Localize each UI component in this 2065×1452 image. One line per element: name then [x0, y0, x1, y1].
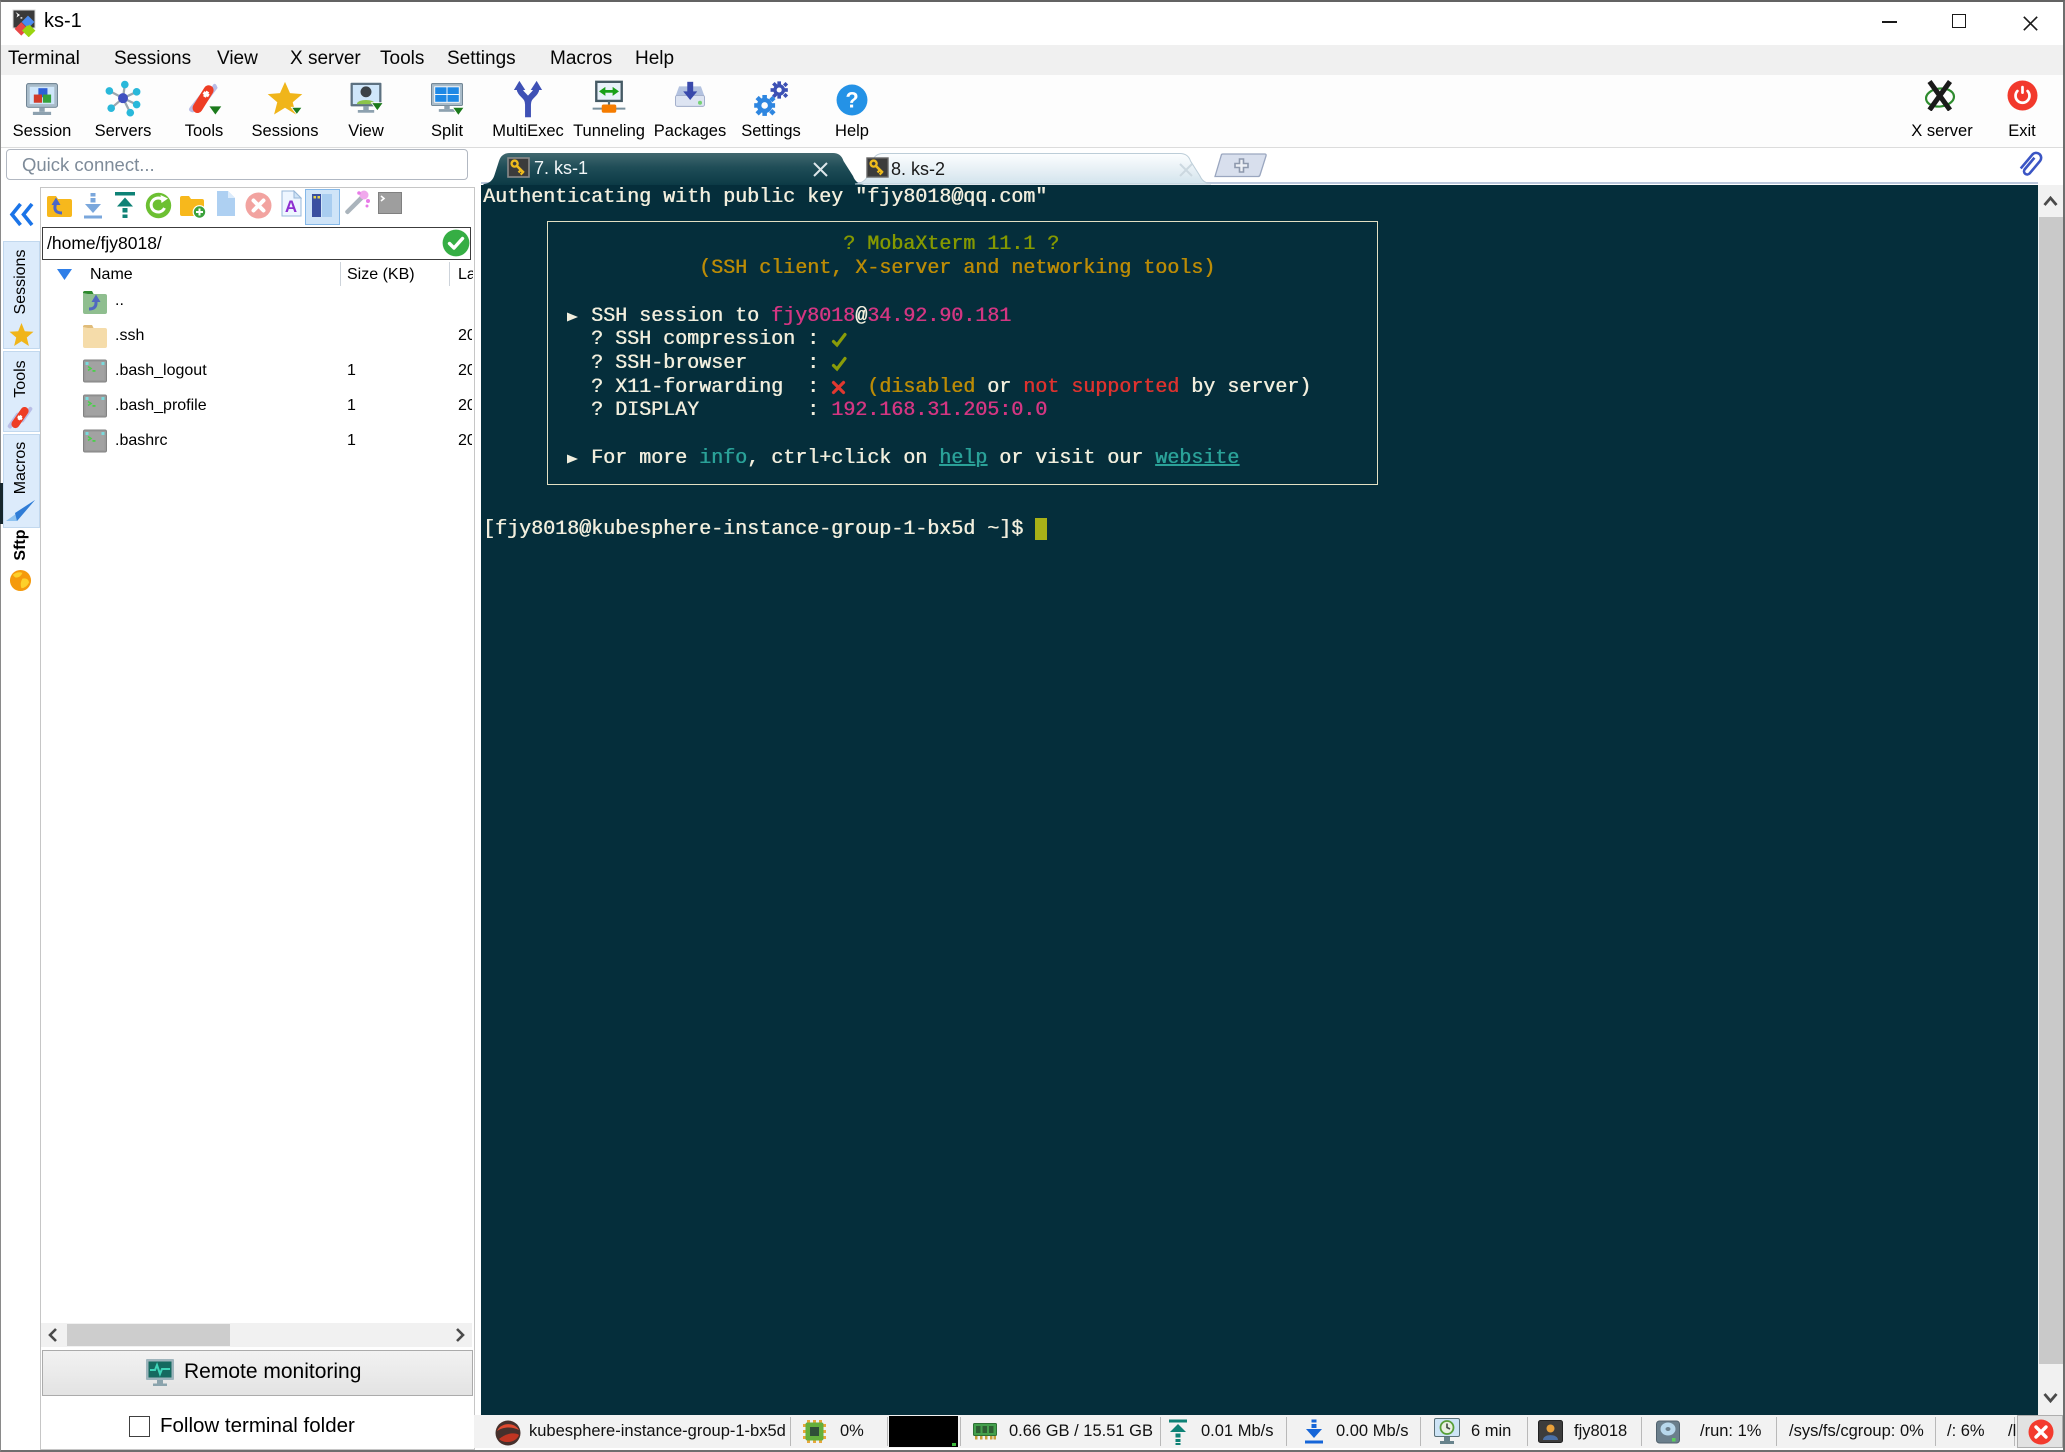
svg-text:A: A [285, 197, 297, 216]
svg-text:?: ? [845, 87, 858, 112]
